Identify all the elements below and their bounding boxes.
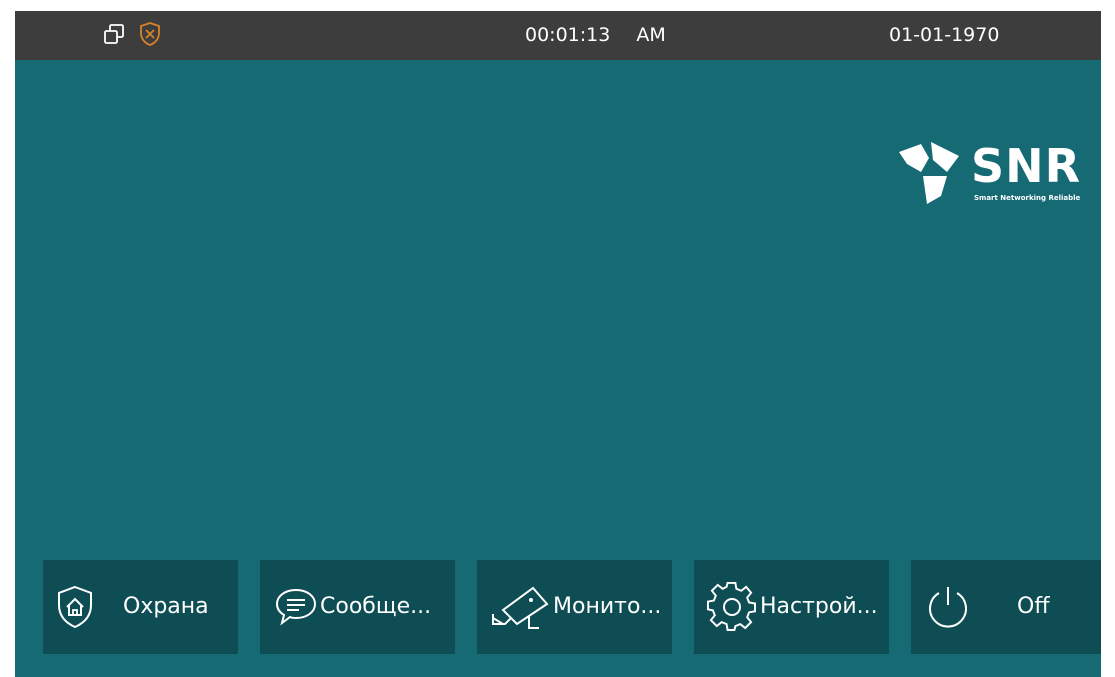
settings-button-label: Настрой...: [760, 594, 878, 619]
snr-logo: SNR Smart Networking Reliable: [895, 138, 1101, 210]
status-icons: [103, 21, 161, 52]
monitor-button-label: Монито...: [553, 594, 662, 619]
gear-icon: [706, 580, 758, 634]
chat-bubble-icon: [274, 580, 318, 634]
guard-button[interactable]: Охрана: [43, 560, 238, 654]
cctv-camera-icon: [489, 580, 551, 634]
snr-logo-mark: [899, 142, 959, 204]
monitor-button[interactable]: Монито...: [477, 560, 672, 654]
guard-button-label: Охрана: [123, 594, 209, 619]
brand-tagline: Smart Networking Reliable: [974, 194, 1081, 202]
shield-home-icon: [57, 580, 93, 634]
clock-ampm: AM: [636, 24, 666, 46]
clock: 00:01:13 AM: [525, 11, 666, 60]
shield-x-icon[interactable]: [139, 21, 161, 52]
date: 01-01-1970: [889, 24, 1000, 46]
status-bar: 00:01:13 AM 01-01-1970: [15, 11, 1101, 60]
settings-button[interactable]: Настрой...: [694, 560, 889, 654]
brand-name: SNR: [971, 139, 1082, 193]
off-button-label: Off: [1017, 594, 1050, 619]
bottom-dock: Охрана Сообще... Монито... Настрой... Of…: [15, 560, 1101, 654]
messages-button[interactable]: Сообще...: [260, 560, 455, 654]
power-icon: [925, 580, 971, 634]
windows-icon[interactable]: [103, 23, 125, 50]
messages-button-label: Сообще...: [320, 594, 432, 619]
off-button[interactable]: Off: [911, 560, 1101, 654]
home-screen: 00:01:13 AM 01-01-1970 SNR Smart Networki…: [15, 11, 1101, 677]
clock-time: 00:01:13: [525, 24, 611, 46]
